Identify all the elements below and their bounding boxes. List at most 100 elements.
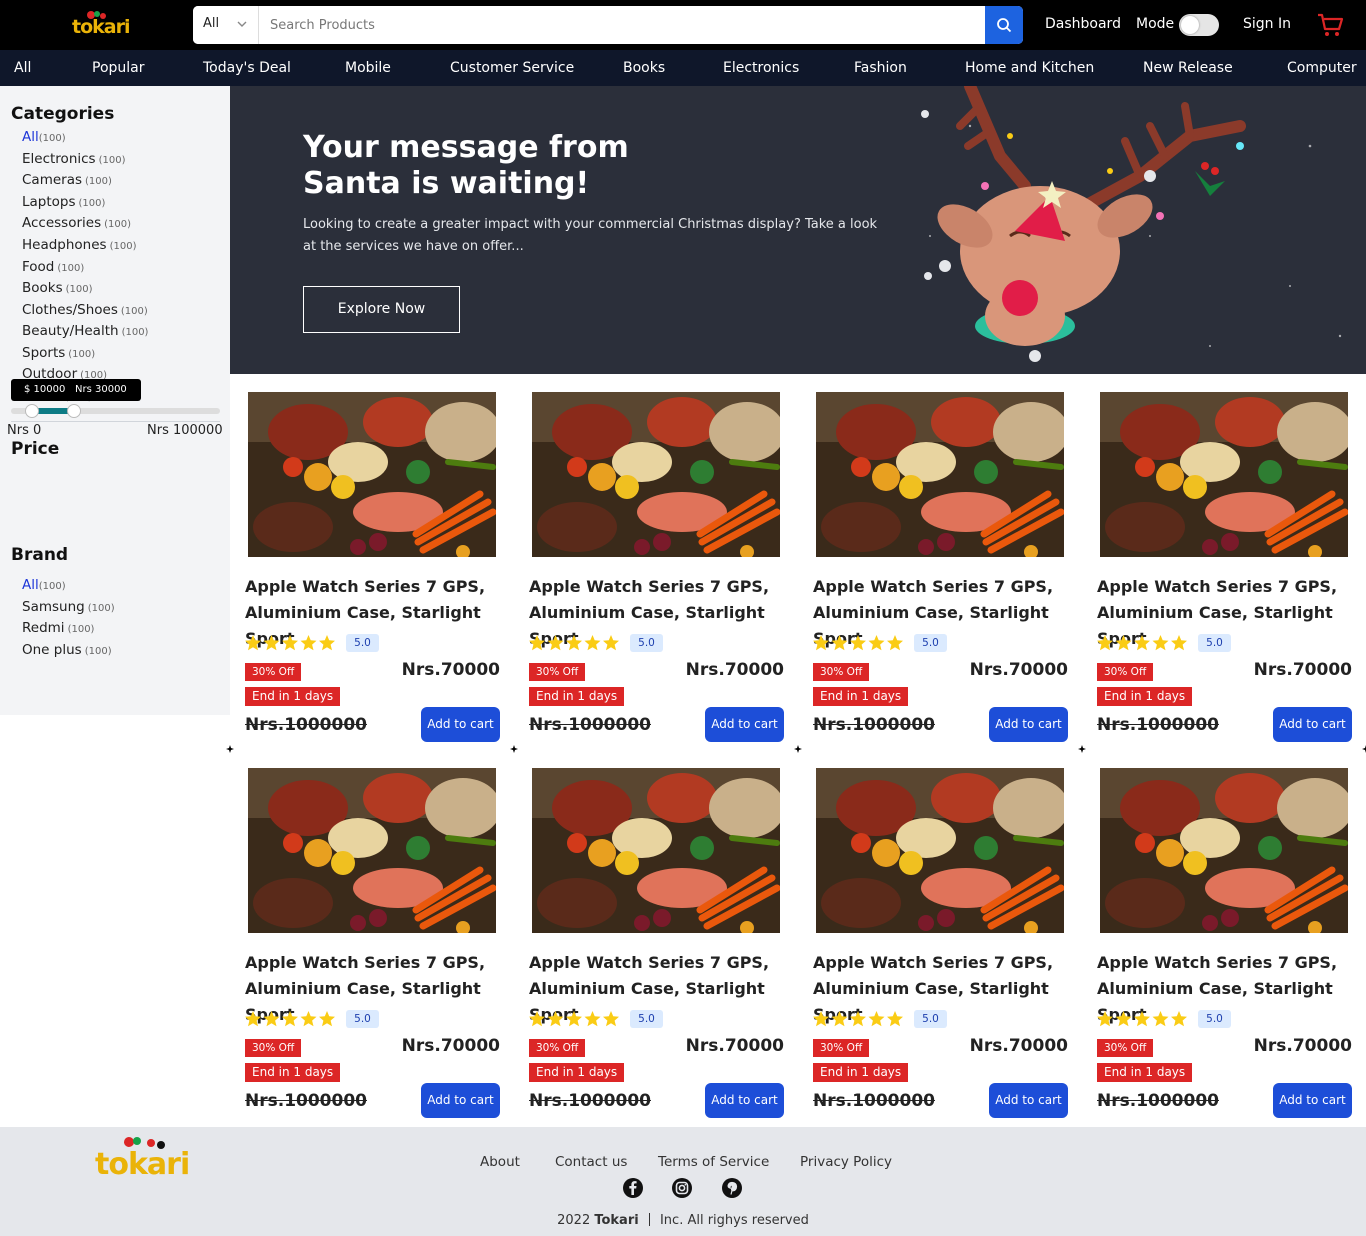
star-icon <box>887 635 903 651</box>
rating-badge: 5.0 <box>346 1010 379 1028</box>
category-item[interactable]: Electronics (100) <box>22 151 125 167</box>
sparkle-icon <box>226 745 234 753</box>
product-image[interactable] <box>1100 392 1348 557</box>
search-button[interactable] <box>985 6 1023 44</box>
product-price: Nrs.70000 <box>401 660 500 680</box>
instagram-icon[interactable] <box>671 1177 693 1199</box>
footer-about-link[interactable]: About <box>480 1154 520 1170</box>
star-icon <box>584 635 601 651</box>
footer-terms-link[interactable]: Terms of Service <box>658 1154 769 1170</box>
nav-fashion[interactable]: Fashion <box>854 60 907 76</box>
product-card[interactable]: Apple Watch Series 7 GPS, Aluminium Case… <box>514 374 798 750</box>
nav-popular[interactable]: Popular <box>92 60 145 76</box>
product-price: Nrs.70000 <box>1253 1036 1352 1056</box>
mode-toggle[interactable] <box>1179 14 1219 36</box>
category-label: Cameras <box>22 172 83 188</box>
logo[interactable]: tokari <box>72 8 130 38</box>
pinterest-icon[interactable] <box>721 1177 743 1199</box>
product-price: Nrs.70000 <box>969 660 1068 680</box>
explore-now-button[interactable]: Explore Now <box>303 286 460 333</box>
add-to-cart-button[interactable]: Add to cart <box>1273 1083 1352 1118</box>
brand-count: (100) <box>84 646 112 657</box>
product-image[interactable] <box>248 392 496 557</box>
brand-heading: Brand <box>11 545 69 565</box>
add-to-cart-button[interactable]: Add to cart <box>705 1083 784 1118</box>
add-to-cart-button[interactable]: Add to cart <box>421 707 500 742</box>
product-price: Nrs.70000 <box>401 1036 500 1056</box>
add-to-cart-button[interactable]: Add to cart <box>989 1083 1068 1118</box>
nav-todays-deal[interactable]: Today's Deal <box>203 60 291 76</box>
hero-title: Your message from Santa is waiting! <box>303 130 683 202</box>
dashboard-link[interactable]: Dashboard <box>1045 16 1121 32</box>
search-input[interactable] <box>260 6 985 44</box>
footer-privacy-link[interactable]: Privacy Policy <box>800 1154 892 1170</box>
nav-customer-service[interactable]: Customer Service <box>450 60 574 76</box>
category-item[interactable]: Beauty/Health (100) <box>22 323 148 339</box>
product-card[interactable]: Apple Watch Series 7 GPS, Aluminium Case… <box>798 750 1082 1126</box>
star-icon <box>850 1011 866 1027</box>
category-item[interactable]: Headphones (100) <box>22 237 136 253</box>
brand-item[interactable]: Redmi (100) <box>22 620 94 636</box>
product-image[interactable] <box>816 392 1064 557</box>
footer-contact-link[interactable]: Contact us <box>555 1154 627 1170</box>
copyright-brand: Tokari <box>594 1213 639 1228</box>
category-item[interactable]: Books (100) <box>22 280 93 296</box>
star-icon <box>831 1011 848 1027</box>
sign-in-link[interactable]: Sign In <box>1243 16 1291 32</box>
add-to-cart-button[interactable]: Add to cart <box>705 707 784 742</box>
rating-stars <box>813 1011 903 1027</box>
product-card[interactable]: Apple Watch Series 7 GPS, Aluminium Case… <box>514 750 798 1126</box>
deal-deadline-badge: End in 1 days <box>1097 1063 1193 1082</box>
category-count: (100) <box>38 133 66 144</box>
category-item[interactable]: Cameras (100) <box>22 172 112 188</box>
search-category-value: All <box>203 16 220 31</box>
add-to-cart-button[interactable]: Add to cart <box>1273 707 1352 742</box>
product-image[interactable] <box>1100 768 1348 933</box>
product-card[interactable]: Apple Watch Series 7 GPS, Aluminium Case… <box>1082 750 1366 1126</box>
product-image[interactable] <box>532 392 780 557</box>
nav-new-release[interactable]: New Release <box>1143 60 1233 76</box>
product-image-art <box>1100 392 1348 557</box>
cart-icon[interactable] <box>1316 12 1344 38</box>
product-image[interactable] <box>248 768 496 933</box>
category-item[interactable]: Sports (100) <box>22 345 95 361</box>
product-image[interactable] <box>532 768 780 933</box>
filter-sidebar: Categories All(100) Electronics (100) Cam… <box>0 86 230 715</box>
star-icon <box>263 1011 280 1027</box>
brand-item[interactable]: All(100) <box>22 577 66 593</box>
nav-all[interactable]: All <box>14 60 31 76</box>
category-item[interactable]: Laptops (100) <box>22 194 105 210</box>
nav-electronics[interactable]: Electronics <box>723 60 799 76</box>
product-image[interactable] <box>816 768 1064 933</box>
category-item[interactable]: Clothes/Shoes (100) <box>22 302 148 318</box>
product-card[interactable]: Apple Watch Series 7 GPS, Aluminium Case… <box>798 374 1082 750</box>
discount-badge: 30% Off <box>813 1039 870 1057</box>
star-icon <box>813 635 829 651</box>
star-icon <box>1171 635 1187 651</box>
original-price: Nrs.1000000 <box>529 715 651 735</box>
brand-item[interactable]: Samsung (100) <box>22 599 115 615</box>
brand-count: (100) <box>87 603 115 614</box>
discount-badge: 30% Off <box>245 1039 302 1057</box>
category-item[interactable]: Accessories (100) <box>22 215 131 231</box>
category-item[interactable]: Food (100) <box>22 259 84 275</box>
search-category-select[interactable]: All <box>193 6 259 44</box>
add-to-cart-button[interactable]: Add to cart <box>989 707 1068 742</box>
category-label: Electronics <box>22 151 96 167</box>
brand-item[interactable]: One plus (100) <box>22 642 112 658</box>
star-icon <box>263 635 280 651</box>
nav-home-and-kitchen[interactable]: Home and Kitchen <box>965 60 1094 76</box>
nav-computer[interactable]: Computer <box>1287 60 1357 76</box>
nav-books[interactable]: Books <box>623 60 665 76</box>
category-item[interactable]: All(100) <box>22 129 66 145</box>
product-card[interactable]: Apple Watch Series 7 GPS, Aluminium Case… <box>1082 374 1366 750</box>
product-card[interactable]: Apple Watch Series 7 GPS, Aluminium Case… <box>230 374 514 750</box>
footer-logo[interactable]: tokari <box>95 1133 195 1183</box>
nav-mobile[interactable]: Mobile <box>345 60 391 76</box>
add-to-cart-button[interactable]: Add to cart <box>421 1083 500 1118</box>
product-image-art <box>248 768 496 933</box>
product-card[interactable]: Apple Watch Series 7 GPS, Aluminium Case… <box>230 750 514 1126</box>
facebook-icon[interactable] <box>622 1177 644 1199</box>
price-slider-min-handle[interactable] <box>24 404 39 418</box>
price-slider-max-handle[interactable] <box>66 404 81 418</box>
